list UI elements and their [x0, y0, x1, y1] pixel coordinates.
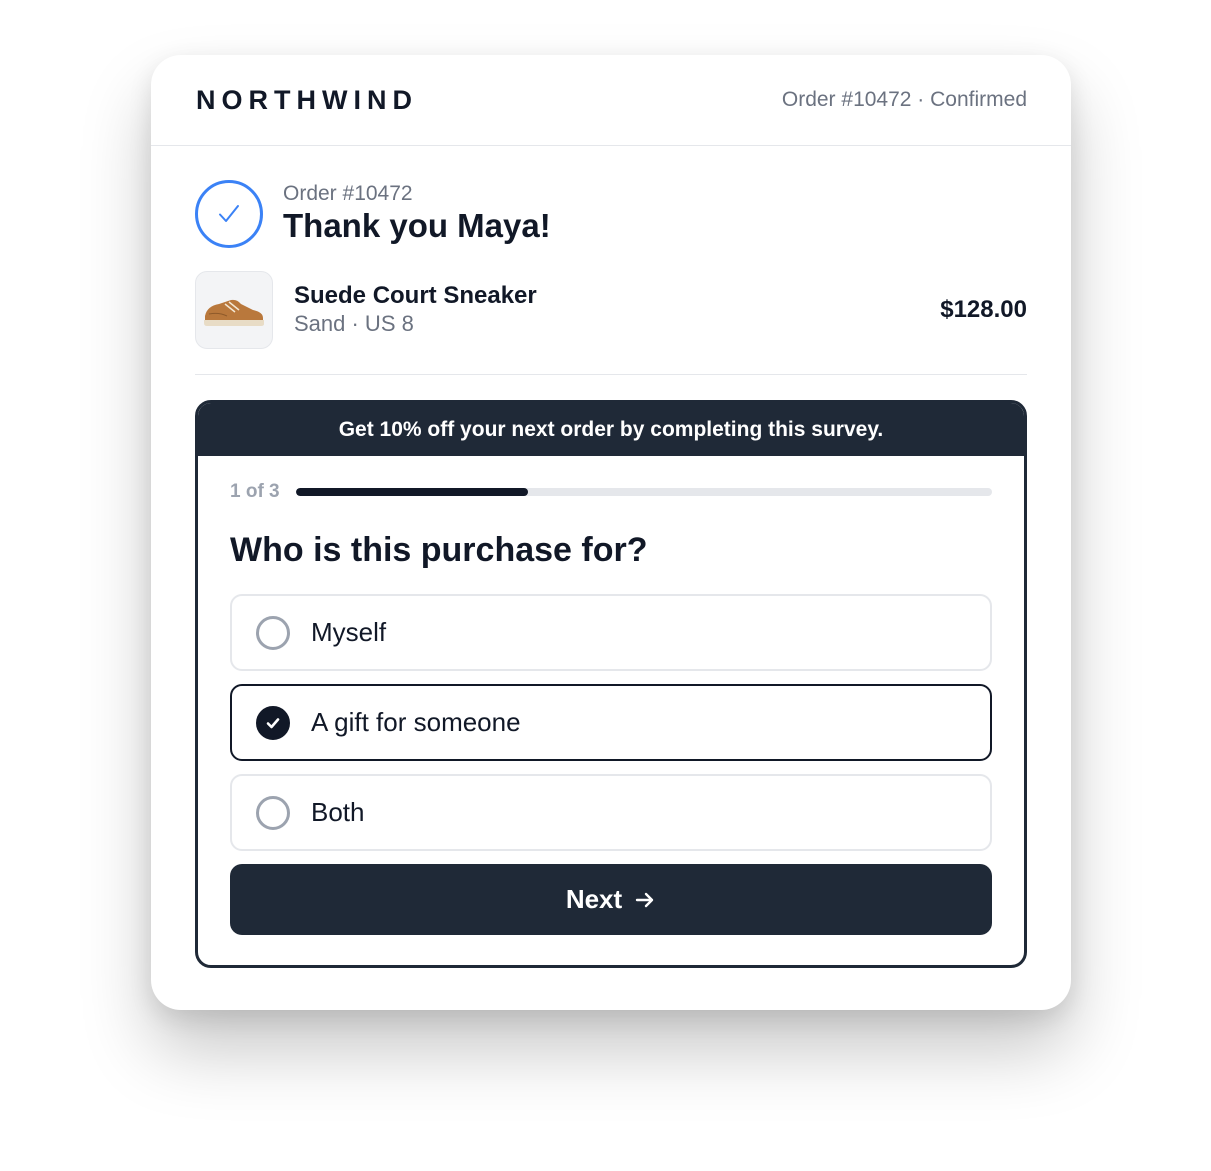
brand-logo[interactable]: NORTHWIND [196, 85, 418, 116]
survey-panel: Get 10% off your next order by completin… [195, 400, 1027, 968]
next-button[interactable]: Next [230, 864, 992, 935]
option-gift[interactable]: A gift for someone [230, 684, 992, 761]
answer-options: Myself A gift for someone Both [230, 594, 992, 851]
order-confirmation-card: NORTHWIND Order #10472 · Confirmed Order… [151, 55, 1071, 1010]
option-myself[interactable]: Myself [230, 594, 992, 671]
order-number: Order #10472 [283, 182, 413, 205]
product-variant: Sand · US 8 [294, 311, 414, 336]
arrow-right-icon [635, 892, 654, 907]
survey-banner: Get 10% off your next order by completin… [198, 403, 1024, 456]
order-status: Order #10472 · Confirmed [781, 88, 1027, 111]
sneaker-image [204, 299, 264, 326]
option-label: Myself [311, 617, 387, 647]
check-circle-icon [195, 180, 263, 248]
radio-unchecked-icon[interactable] [256, 795, 290, 830]
confirmation-row: Order #10472 Thank you Maya! [195, 179, 1027, 249]
next-button-label: Next [565, 884, 623, 914]
progress-track [295, 488, 992, 496]
thank-you-heading: Thank you Maya! [283, 207, 551, 244]
radio-checked-icon[interactable] [256, 705, 290, 740]
step-counter: 1 of 3 [230, 481, 280, 502]
header: NORTHWIND Order #10472 · Confirmed [151, 55, 1071, 146]
option-both[interactable]: Both [230, 774, 992, 851]
product-line-item: Suede Court Sneaker Sand · US 8 $128.00 [195, 270, 1027, 375]
survey-question: Who is this purchase for? [230, 531, 648, 569]
progress-fill [295, 488, 528, 496]
radio-unchecked-icon[interactable] [256, 615, 290, 650]
product-thumbnail [195, 271, 273, 349]
option-label: Both [311, 797, 365, 827]
survey-progress: 1 of 3 [230, 480, 992, 504]
option-label: A gift for someone [311, 707, 521, 737]
product-price: $128.00 [940, 296, 1027, 323]
product-name: Suede Court Sneaker [294, 282, 537, 309]
